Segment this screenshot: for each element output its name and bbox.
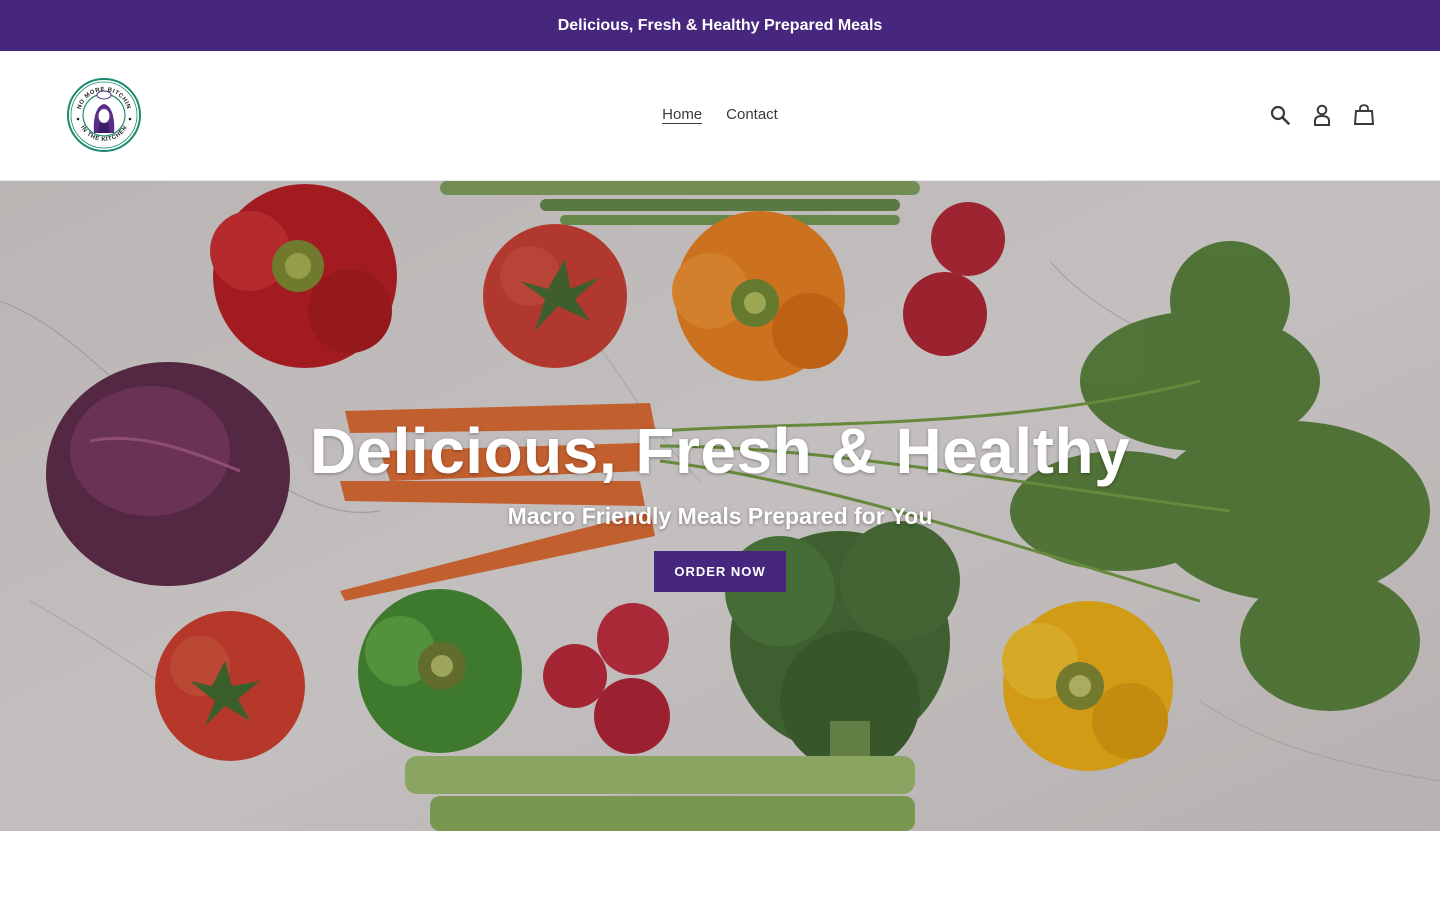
nav-link-home[interactable]: Home	[662, 105, 702, 125]
hero-content: Delicious, Fresh & Healthy Macro Friendl…	[0, 409, 1440, 592]
nav-link-contact[interactable]: Contact	[726, 105, 778, 125]
announcement-text: Delicious, Fresh & Healthy Prepared Meal…	[557, 16, 883, 34]
cart-icon[interactable]	[1352, 103, 1376, 127]
site-header: NO MORE BITCHIN IN THE KITCHEN Home Cont…	[0, 51, 1440, 181]
order-now-button[interactable]: ORDER NOW	[654, 551, 786, 592]
account-icon[interactable]	[1310, 103, 1334, 127]
main-nav: Home Contact	[0, 105, 1440, 125]
header-icons	[1268, 103, 1376, 127]
hero-subtitle: Macro Friendly Meals Prepared for You	[507, 503, 933, 529]
search-icon[interactable]	[1268, 103, 1292, 127]
hero-title: Delicious, Fresh & Healthy	[309, 415, 1131, 487]
announcement-bar: Delicious, Fresh & Healthy Prepared Meal…	[0, 0, 1440, 51]
hero-banner: Delicious, Fresh & Healthy Macro Friendl…	[0, 181, 1440, 831]
